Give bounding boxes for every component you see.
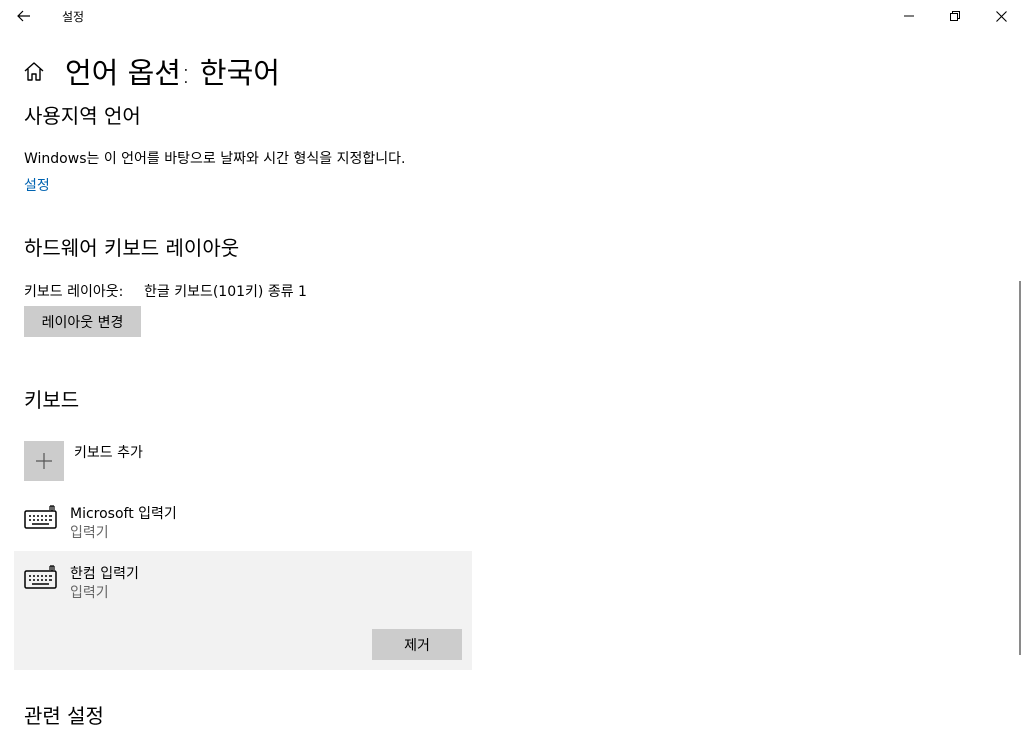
change-layout-button[interactable]: 레이아웃 변경 <box>24 306 141 337</box>
back-arrow-icon <box>17 10 30 22</box>
close-icon <box>995 10 1007 22</box>
remove-keyboard-button[interactable]: 제거 <box>372 629 462 660</box>
related-settings-title: 관련 설정 <box>24 704 104 728</box>
plus-icon <box>36 453 52 469</box>
vertical-scrollbar[interactable] <box>1019 281 1021 655</box>
regional-description: Windows는 이 언어를 바탕으로 날짜와 시간 형식을 지정합니다. <box>24 151 406 167</box>
keyboard-item-name: 한컴 입력기 <box>70 566 139 582</box>
keyboard-layout-value: 한글 키보드(101키) 종류 1 <box>144 284 307 300</box>
add-keyboard-button[interactable] <box>24 441 64 481</box>
page-title: 언어 옵션: 한국어 <box>65 56 280 90</box>
home-button[interactable] <box>22 60 46 84</box>
keyboard-item-type: 입력기 <box>70 525 109 541</box>
restore-button[interactable] <box>932 0 978 32</box>
window-title: 설정 <box>62 10 85 24</box>
close-button[interactable] <box>978 0 1024 32</box>
keyboard-item-type: 입력기 <box>70 585 109 601</box>
regional-section-title: 사용지역 언어 <box>24 104 141 128</box>
back-button[interactable] <box>8 2 40 30</box>
keyboard-icon <box>24 564 58 590</box>
minimize-icon <box>904 15 914 17</box>
keyboard-item-name: Microsoft 입력기 <box>70 506 177 522</box>
keyboard-layout-label: 키보드 레이아웃: <box>24 284 124 300</box>
regional-settings-link[interactable]: 설정 <box>24 175 50 195</box>
keyboards-section-title: 키보드 <box>24 388 80 412</box>
keyboard-icon <box>24 504 58 530</box>
minimize-button[interactable] <box>886 0 932 32</box>
keyboard-item-hancom[interactable]: 한컴 입력기 입력기 제거 <box>14 551 472 670</box>
hardware-keyboard-title: 하드웨어 키보드 레이아웃 <box>24 236 240 260</box>
keyboard-item-microsoft[interactable]: Microsoft 입력기 입력기 <box>14 495 472 547</box>
restore-icon <box>950 11 960 21</box>
home-icon <box>24 62 44 81</box>
add-keyboard-label[interactable]: 키보드 추가 <box>74 442 143 462</box>
